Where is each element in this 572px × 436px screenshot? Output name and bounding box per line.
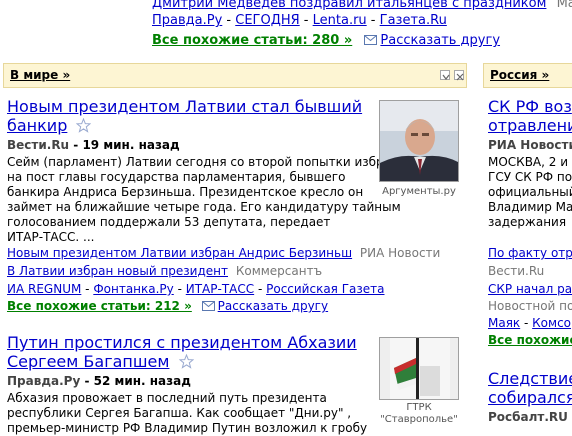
snippet-line: банкира Андриса Берзиньша. Президентское… [7, 185, 364, 199]
russia-src-3: Новостной пор [488, 299, 572, 313]
funeral-image [380, 338, 458, 399]
section-header-world: В мире » [3, 63, 467, 88]
article-2-photo[interactable] [379, 337, 459, 400]
snippet-line: голосованием поддержали 53 депутата, пер… [7, 215, 331, 229]
top-headline-row: Дмитрий Медведев поздравил итальянцев с … [152, 0, 572, 11]
russia-meta-2: Росбалт.RU [488, 410, 568, 424]
related-source-2: Коммерсантъ [235, 264, 323, 278]
snippet-line: ИТАР-ТАСС. ... [7, 230, 95, 244]
related-link-2[interactable]: В Латвии избран новый президент [7, 264, 228, 278]
section-title-world[interactable]: В мире » [10, 68, 70, 82]
article-2-snippet: Абхазия провожает в последний путь прези… [7, 391, 367, 436]
collapse-icon[interactable] [440, 70, 450, 80]
russia-related-link-1[interactable]: По факту отра [488, 246, 572, 260]
snippet-line: Сейм (парламент) Латвии сегодня со второ… [7, 155, 399, 169]
article-1-time: - 19 мин. назад [69, 138, 180, 152]
russia-headline2-link-2[interactable]: собирался [488, 388, 572, 407]
russia-related-2: СКР начал ра [488, 282, 572, 296]
russia-headline-2: Следствие собирался [488, 369, 572, 407]
russia-source-link-komso[interactable]: Комсо [532, 316, 571, 330]
article-2-meta: Правда.Ру - 52 мин. назад [7, 374, 191, 388]
related-link-1[interactable]: Новым президентом Латвии избран Андрис Б… [7, 246, 352, 260]
section-title-russia[interactable]: Россия » [490, 68, 549, 82]
top-sources-row: Правда.Ру - СЕГОДНЯ - Lenta.ru - Газета.… [152, 13, 447, 28]
snippet-line: Владимир Ма [488, 200, 572, 214]
snippet-line: премьер-министр РФ Владимир Путин возлож… [7, 421, 368, 435]
article-1-headline: Новым президентом Латвии стал бывший бан… [7, 97, 362, 135]
snippet-line: ГСУ СК РФ по [488, 170, 572, 184]
snippet-line: задержания [488, 215, 567, 229]
top-source: Маяк [556, 0, 572, 11]
russia-source-link-mayak[interactable]: Маяк [488, 316, 520, 330]
snippet-line: Абхазия провожает в последний путь прези… [7, 391, 327, 405]
article-1-photo[interactable] [379, 100, 459, 182]
article-2-photo-caption-2: "Ставрополье" [380, 414, 458, 425]
star-icon[interactable] [76, 118, 92, 133]
article-1-meta: Вести.Ru - 19 мин. назад [7, 138, 180, 152]
snippet-line: МОСКВА, 2 и [488, 155, 569, 169]
more-source-link-1[interactable]: ИА REGNUM [7, 282, 81, 296]
article-2-photo-caption-1: ГТРК [406, 402, 432, 413]
russia-sources-row: Маяк - Комсо [488, 316, 572, 330]
top-headline-link[interactable]: Дмитрий Медведев поздравил итальянцев с … [152, 0, 546, 11]
top-similar-row: Все похожие статьи: 280 » Рассказать дру… [152, 33, 500, 48]
related-row-1: Новым президентом Латвии избран Андрис Б… [7, 246, 440, 260]
top-source-link-4[interactable]: Газета.Ru [380, 13, 447, 28]
mail-icon [201, 301, 215, 311]
russia-related-1: По факту отра [488, 246, 572, 260]
article-2-time: - 52 мин. назад [80, 374, 191, 388]
top-tell-friend[interactable]: Рассказать другу [364, 33, 500, 48]
portrait-image [380, 101, 458, 181]
russia-related-link-2[interactable]: СКР начал ра [488, 282, 572, 296]
article-2-source: Правда.Ру [7, 374, 81, 388]
star-icon[interactable] [178, 354, 194, 369]
article-1-similar-row: Все похожие статьи: 212 » Рассказать дру… [7, 299, 328, 313]
russia-meta: РИА Новости [488, 138, 572, 152]
article-2-headline: Путин простился с президентом Абхазии Се… [7, 333, 357, 371]
article-1-source: Вести.Ru [7, 138, 70, 152]
russia-src-2: Вести.Ru [488, 264, 545, 278]
article-1-photo-caption: Аргументы.ру [382, 186, 456, 197]
top-source-link-3[interactable]: Lenta.ru [313, 13, 367, 28]
article-2-headline-link[interactable]: Путин простился с президентом Абхазии [7, 333, 357, 352]
article-2-headline-link-2[interactable]: Сергеем Багапшем [7, 352, 169, 371]
top-source-link-1[interactable]: Правда.Ру [152, 13, 222, 28]
related-source-1: РИА Новости [359, 246, 441, 260]
article-1-similar-link[interactable]: Все похожие статьи: 212 » [7, 299, 192, 313]
russia-headline2-link[interactable]: Следствие [488, 369, 572, 388]
tell-friend-link[interactable]: Рассказать другу [380, 33, 500, 48]
russia-headline-link[interactable]: СК РФ воз [488, 97, 572, 116]
top-similar-link[interactable]: Все похожие статьи: 280 » [152, 33, 352, 48]
snippet-line: займет на ближайшие четыре года. Его кан… [7, 200, 401, 214]
russia-similar-row: Все похожие [488, 333, 572, 347]
russia-similar-link[interactable]: Все похожие [488, 333, 572, 347]
article-1-tell-friend[interactable]: Рассказать другу [201, 299, 328, 313]
snippet-line: республики Сергея Багапша. Как сообщает … [7, 406, 352, 420]
russia-headline: СК РФ воз отравлени [488, 97, 572, 135]
more-sources-row: ИА REGNUM - Фонтанка.Ру - ИТАР-ТАСС - Ро… [7, 282, 385, 296]
tell-friend-link[interactable]: Рассказать другу [218, 299, 328, 313]
article-1-headline-link-2[interactable]: банкир [7, 116, 67, 135]
russia-source-2: Росбалт.RU [488, 410, 568, 424]
section-header-russia: Россия » [483, 63, 572, 88]
close-icon[interactable] [454, 70, 464, 81]
article-1-snippet: Сейм (парламент) Латвии сегодня со второ… [7, 155, 401, 245]
snippet-line: официальный [488, 185, 572, 199]
mail-icon [364, 35, 378, 45]
more-source-link-2[interactable]: Фонтанка.Ру [93, 282, 173, 296]
russia-snippet: МОСКВА, 2 и ГСУ СК РФ по официальный Вла… [488, 155, 572, 230]
russia-headline-link-2[interactable]: отравлени [488, 116, 572, 135]
related-row-2: В Латвии избран новый президент Коммерса… [7, 264, 322, 278]
article-1-headline-link[interactable]: Новым президентом Латвии стал бывший [7, 97, 362, 116]
top-source-link-2[interactable]: СЕГОДНЯ [235, 13, 299, 28]
more-source-link-3[interactable]: ИТАР-ТАСС [186, 282, 254, 296]
snippet-line: на пост главы государства парламентария,… [7, 170, 346, 184]
russia-source: РИА Новости [488, 138, 572, 152]
more-source-link-4[interactable]: Российская Газета [266, 282, 384, 296]
